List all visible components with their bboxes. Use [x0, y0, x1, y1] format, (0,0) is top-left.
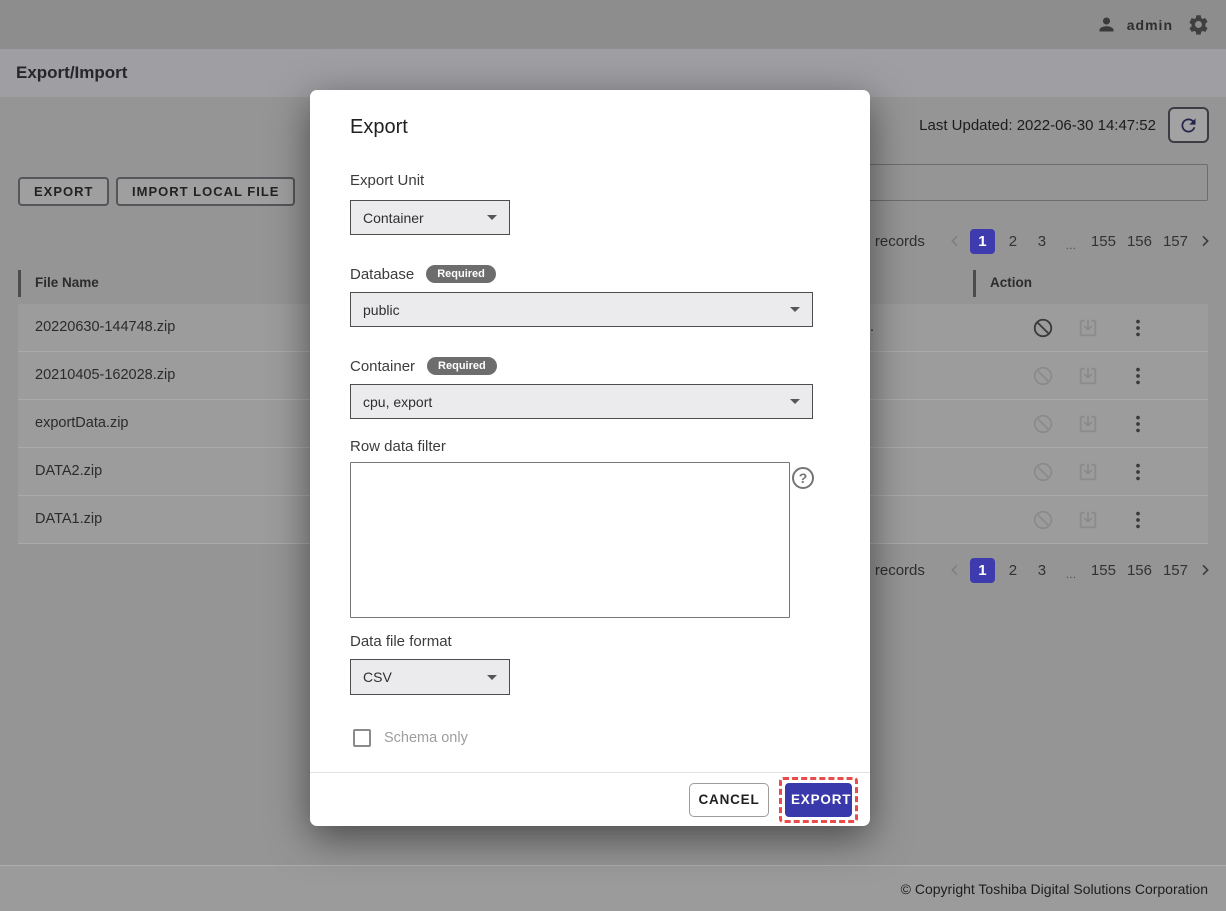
data-file-format-select[interactable]: CSV	[350, 659, 510, 695]
column-action: Action	[990, 275, 1032, 290]
page-button[interactable]: 1	[969, 557, 995, 583]
page-button[interactable]: 155	[1089, 229, 1118, 254]
page-ellipsis: …	[1065, 568, 1077, 581]
export-unit-label: Export Unit	[350, 172, 425, 189]
database-select[interactable]: public	[350, 292, 813, 327]
data-file-format-value: CSV	[363, 669, 392, 685]
export-download-icon[interactable]	[1077, 317, 1099, 344]
kebab-icon[interactable]	[1130, 365, 1146, 392]
export-download-icon[interactable]	[1077, 413, 1099, 440]
file-name: 20210405-162028.zip	[35, 367, 176, 383]
chevron-left-icon[interactable]	[947, 562, 963, 578]
export-download-icon[interactable]	[1077, 365, 1099, 392]
chevron-down-icon	[487, 674, 497, 680]
gear-icon[interactable]	[1187, 13, 1210, 36]
dialog-footer: CANCEL EXPORT	[310, 772, 870, 826]
user-menu[interactable]: admin	[1096, 14, 1173, 35]
block-icon[interactable]	[1032, 413, 1054, 440]
export-download-icon[interactable]	[1077, 461, 1099, 488]
chevron-down-icon	[790, 307, 800, 312]
required-badge: Required	[426, 265, 496, 283]
kebab-icon[interactable]	[1130, 317, 1146, 344]
database-label: Database Required	[350, 265, 496, 283]
refresh-button[interactable]	[1168, 107, 1209, 143]
chevron-right-icon[interactable]	[1197, 233, 1213, 249]
cancel-button[interactable]: CANCEL	[689, 782, 769, 817]
username-label: admin	[1126, 16, 1173, 33]
pagination-top: records 1 2 3 … 155 156 157	[833, 226, 1213, 256]
records-label: records	[874, 232, 925, 250]
page-button[interactable]: 156	[1125, 558, 1154, 583]
chevron-down-icon	[487, 215, 497, 220]
export-button[interactable]: EXPORT	[18, 177, 110, 206]
row-data-filter-textarea[interactable]	[350, 462, 790, 618]
top-app-bar: admin	[0, 0, 1226, 49]
page-ellipsis: …	[1065, 239, 1077, 252]
chevron-left-icon[interactable]	[947, 233, 963, 249]
last-updated-label: Last Updated: 2022-06-30 14:47:52	[919, 117, 1156, 134]
copyright-label: © Copyright Toshiba Digital Solutions Co…	[900, 880, 1208, 897]
export-dialog: Export Export Unit Container Database Re…	[310, 90, 870, 826]
help-icon[interactable]: ?	[792, 467, 814, 489]
container-select[interactable]: cpu, export	[350, 384, 813, 419]
file-name: DATA1.zip	[35, 511, 103, 527]
highlight-dashed-box: EXPORT	[779, 776, 858, 823]
export-unit-value: Container	[363, 209, 424, 226]
pagination-bottom: records 1 2 3 … 155 156 157	[833, 555, 1213, 585]
file-name: DATA2.zip	[35, 463, 103, 479]
app-window: admin Export/Import EXPORT IMPORT LOCAL …	[0, 0, 1226, 911]
page-button[interactable]: 157	[1161, 558, 1190, 583]
block-icon[interactable]	[1032, 509, 1054, 536]
kebab-icon[interactable]	[1130, 413, 1146, 440]
required-badge: Required	[427, 357, 497, 375]
file-name: 20220630-144748.zip	[35, 319, 176, 335]
page-title: Export/Import	[16, 63, 128, 82]
page-button[interactable]: 2	[1002, 558, 1024, 583]
records-label: records	[874, 561, 925, 579]
block-icon[interactable]	[1032, 317, 1054, 344]
column-bar	[973, 270, 976, 297]
row-data-filter-label: Row data filter	[350, 438, 446, 455]
pager: 1 2 3 … 155 156 157	[947, 228, 1213, 254]
kebab-icon[interactable]	[1130, 461, 1146, 488]
schema-only-row: Schema only	[353, 729, 468, 747]
page-button[interactable]: 3	[1031, 229, 1053, 254]
block-icon[interactable]	[1032, 365, 1054, 392]
column-bar	[18, 270, 21, 297]
export-download-icon[interactable]	[1077, 509, 1099, 536]
container-label-text: Container	[350, 357, 416, 375]
page-button[interactable]: 2	[1002, 229, 1024, 254]
page-footer: © Copyright Toshiba Digital Solutions Co…	[0, 865, 1226, 911]
schema-only-checkbox[interactable]	[353, 729, 371, 747]
page-button[interactable]: 3	[1031, 558, 1053, 583]
file-name: exportData.zip	[35, 415, 129, 431]
chevron-down-icon	[790, 399, 800, 404]
page-button[interactable]: 157	[1161, 229, 1190, 254]
pager: 1 2 3 … 155 156 157	[947, 557, 1213, 583]
container-label: Container Required	[350, 357, 497, 375]
dialog-title: Export	[350, 116, 408, 138]
kebab-icon[interactable]	[1130, 509, 1146, 536]
schema-only-label: Schema only	[384, 730, 468, 746]
container-value: cpu, export	[363, 393, 433, 410]
dialog-export-button[interactable]: EXPORT	[785, 782, 852, 817]
database-label-text: Database	[350, 265, 415, 283]
chevron-right-icon[interactable]	[1197, 562, 1213, 578]
block-icon[interactable]	[1032, 461, 1054, 488]
page-button[interactable]: 155	[1089, 558, 1118, 583]
import-local-file-button[interactable]: IMPORT LOCAL FILE	[116, 177, 296, 206]
refresh-icon	[1178, 115, 1199, 136]
export-unit-select[interactable]: Container	[350, 200, 510, 235]
data-file-format-label: Data file format	[350, 633, 452, 650]
column-file-name: File Name	[35, 275, 99, 290]
database-value: public	[363, 301, 400, 318]
person-icon	[1096, 14, 1117, 35]
page-button[interactable]: 156	[1125, 229, 1154, 254]
page-button[interactable]: 1	[969, 228, 995, 254]
